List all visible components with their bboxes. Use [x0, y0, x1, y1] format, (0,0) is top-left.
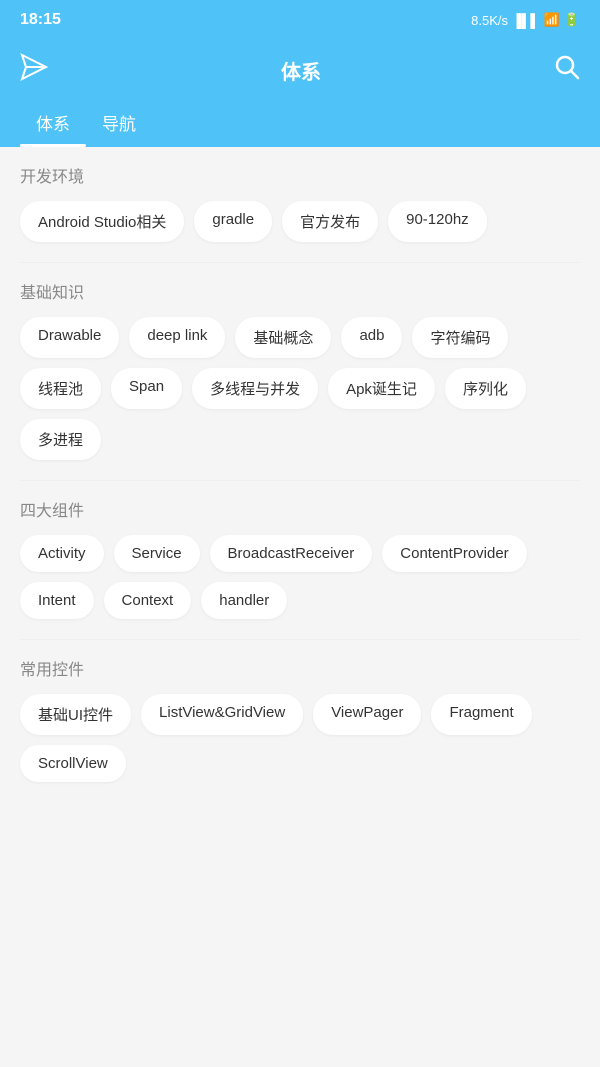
tag-handler[interactable]: handler — [201, 582, 287, 619]
tag-multi-process[interactable]: 多进程 — [20, 419, 101, 460]
tag-90-120hz[interactable]: 90-120hz — [388, 201, 487, 242]
section-dev-env: 开发环境 Android Studio相关 gradle 官方发布 90-120… — [20, 163, 580, 242]
wifi-icon: 📶 — [544, 12, 560, 28]
page-title: 体系 — [281, 56, 321, 85]
tag-basic-concept[interactable]: 基础概念 — [235, 317, 331, 358]
tag-viewpager[interactable]: ViewPager — [313, 694, 421, 735]
tag-serialize[interactable]: 序列化 — [445, 368, 526, 409]
tag-multi-thread[interactable]: 多线程与并发 — [192, 368, 318, 409]
tab-navigation[interactable]: 导航 — [86, 100, 152, 147]
tab-tixI[interactable]: 体系 — [20, 100, 86, 147]
tag-drawable[interactable]: Drawable — [20, 317, 119, 358]
tab-bar: 体系 导航 — [0, 100, 600, 147]
content-area: 开发环境 Android Studio相关 gradle 官方发布 90-120… — [0, 147, 600, 818]
tag-deep-link[interactable]: deep link — [129, 317, 225, 358]
status-right: 8.5K/s ▐▌▌ 📶 🔋 — [471, 12, 580, 28]
section-title-controls: 常用控件 — [20, 656, 580, 680]
tags-dev-env: Android Studio相关 gradle 官方发布 90-120hz — [20, 201, 580, 242]
tag-content-provider[interactable]: ContentProvider — [382, 535, 526, 572]
tag-broadcast-receiver[interactable]: BroadcastReceiver — [210, 535, 373, 572]
tag-listview-gridview[interactable]: ListView&GridView — [141, 694, 303, 735]
tag-activity[interactable]: Activity — [20, 535, 104, 572]
tags-basic: Drawable deep link 基础概念 adb 字符编码 线程池 Spa… — [20, 317, 580, 460]
top-bar: 体系 — [0, 40, 600, 100]
tag-context[interactable]: Context — [104, 582, 192, 619]
tag-service[interactable]: Service — [114, 535, 200, 572]
section-basic-knowledge: 基础知识 Drawable deep link 基础概念 adb 字符编码 线程… — [20, 279, 580, 460]
tag-gradle[interactable]: gradle — [194, 201, 272, 242]
tag-official-release[interactable]: 官方发布 — [282, 201, 378, 242]
battery-icon: 🔋 — [564, 12, 580, 28]
tag-apk-birth[interactable]: Apk诞生记 — [328, 368, 435, 409]
section-title-basic: 基础知识 — [20, 279, 580, 303]
tags-controls: 基础UI控件 ListView&GridView ViewPager Fragm… — [20, 694, 580, 782]
search-icon[interactable] — [554, 54, 580, 86]
tag-fragment[interactable]: Fragment — [431, 694, 531, 735]
status-bar: 18:15 8.5K/s ▐▌▌ 📶 🔋 — [0, 0, 600, 40]
network-speed: 8.5K/s — [471, 13, 508, 28]
section-title-dev-env: 开发环境 — [20, 163, 580, 187]
section-title-components: 四大组件 — [20, 497, 580, 521]
section-four-components: 四大组件 Activity Service BroadcastReceiver … — [20, 497, 580, 619]
divider-1 — [20, 262, 580, 263]
tags-components: Activity Service BroadcastReceiver Conte… — [20, 535, 580, 619]
tag-thread-pool[interactable]: 线程池 — [20, 368, 101, 409]
tag-adb[interactable]: adb — [341, 317, 402, 358]
signal-icon: ▐▌▌ — [512, 13, 540, 28]
tag-char-encoding[interactable]: 字符编码 — [412, 317, 508, 358]
divider-3 — [20, 639, 580, 640]
section-common-controls: 常用控件 基础UI控件 ListView&GridView ViewPager … — [20, 656, 580, 782]
send-icon[interactable] — [20, 53, 48, 87]
divider-2 — [20, 480, 580, 481]
tag-scrollview[interactable]: ScrollView — [20, 745, 126, 782]
tag-span[interactable]: Span — [111, 368, 182, 409]
tag-basic-ui[interactable]: 基础UI控件 — [20, 694, 131, 735]
tag-intent[interactable]: Intent — [20, 582, 94, 619]
tag-android-studio[interactable]: Android Studio相关 — [20, 201, 184, 242]
status-time: 18:15 — [20, 11, 61, 29]
